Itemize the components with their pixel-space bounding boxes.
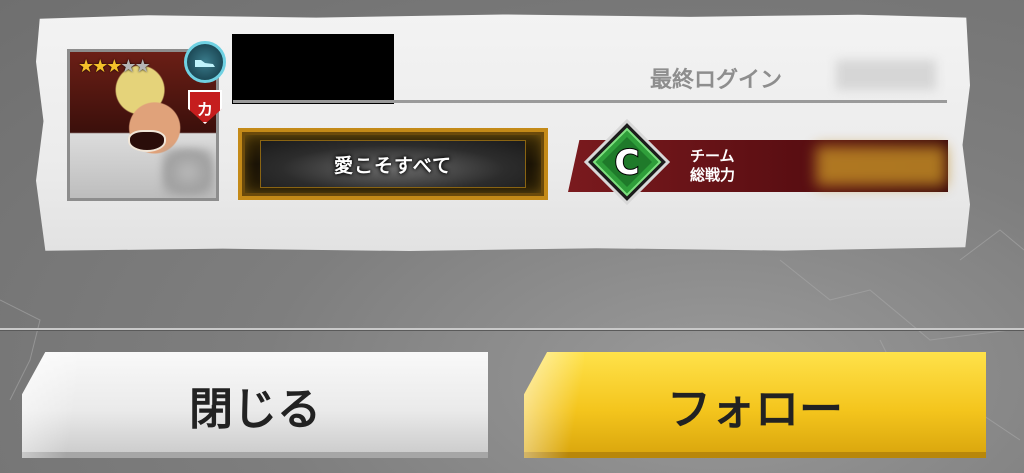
avatar-level-redacted — [162, 148, 214, 196]
team-power-label-line1: チーム — [690, 147, 735, 165]
title-plate[interactable]: 愛こそすべて — [238, 128, 548, 200]
team-power-label-line2: 総戦力 — [690, 166, 736, 184]
header-rule — [233, 100, 947, 103]
star-icon: ★ — [134, 56, 151, 77]
follow-button-label: フォロー — [667, 384, 843, 435]
rarity-stars: ★★★★★ — [78, 56, 151, 77]
follow-button[interactable]: フォロー — [524, 352, 986, 458]
player-name-redacted — [232, 34, 394, 104]
last-login-value-redacted — [836, 60, 936, 90]
star-icon: ★ — [92, 56, 108, 77]
divider-shadow — [0, 330, 1024, 331]
last-login-label: 最終ログイン — [650, 68, 783, 93]
close-button-label: 閉じる — [189, 384, 321, 435]
rank-letter: C — [615, 143, 640, 183]
star-icon: ★ — [120, 56, 136, 77]
close-button[interactable]: 閉じる — [22, 352, 488, 458]
button-highlight — [22, 352, 82, 458]
star-icon: ★ — [78, 56, 94, 77]
rank-c-icon: C — [584, 119, 670, 205]
sneaker-icon — [184, 41, 226, 83]
title-plate-text: 愛こそすべて — [334, 154, 452, 177]
team-power-value-redacted — [816, 146, 946, 186]
star-icon: ★ — [106, 56, 122, 77]
sneaker-icon-glyph — [195, 60, 215, 67]
button-highlight — [524, 352, 584, 458]
character-mouth — [128, 130, 166, 152]
team-power-label: チーム 総戦力 — [690, 147, 735, 185]
